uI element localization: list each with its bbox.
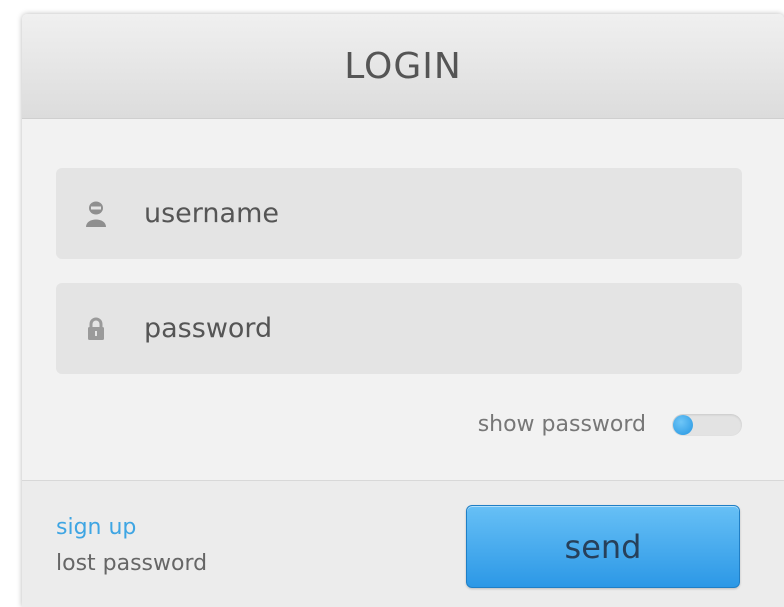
username-field[interactable] <box>56 168 742 259</box>
username-input[interactable] <box>142 197 686 230</box>
login-panel: LOGIN show password sign up los <box>22 14 784 607</box>
show-password-toggle[interactable] <box>672 413 742 436</box>
login-header: LOGIN <box>22 14 784 119</box>
password-input[interactable] <box>142 312 686 345</box>
login-footer: sign up lost password send <box>22 480 784 607</box>
lock-icon <box>84 314 108 344</box>
sign-up-link[interactable]: sign up <box>56 515 136 540</box>
show-password-row: show password <box>478 412 742 437</box>
toggle-knob <box>673 414 693 435</box>
lost-password-link[interactable]: lost password <box>56 551 207 576</box>
password-field[interactable] <box>56 283 742 374</box>
show-password-label: show password <box>477 412 646 437</box>
send-button[interactable]: send <box>466 505 740 588</box>
login-title: LOGIN <box>344 45 462 87</box>
user-icon <box>84 199 108 229</box>
